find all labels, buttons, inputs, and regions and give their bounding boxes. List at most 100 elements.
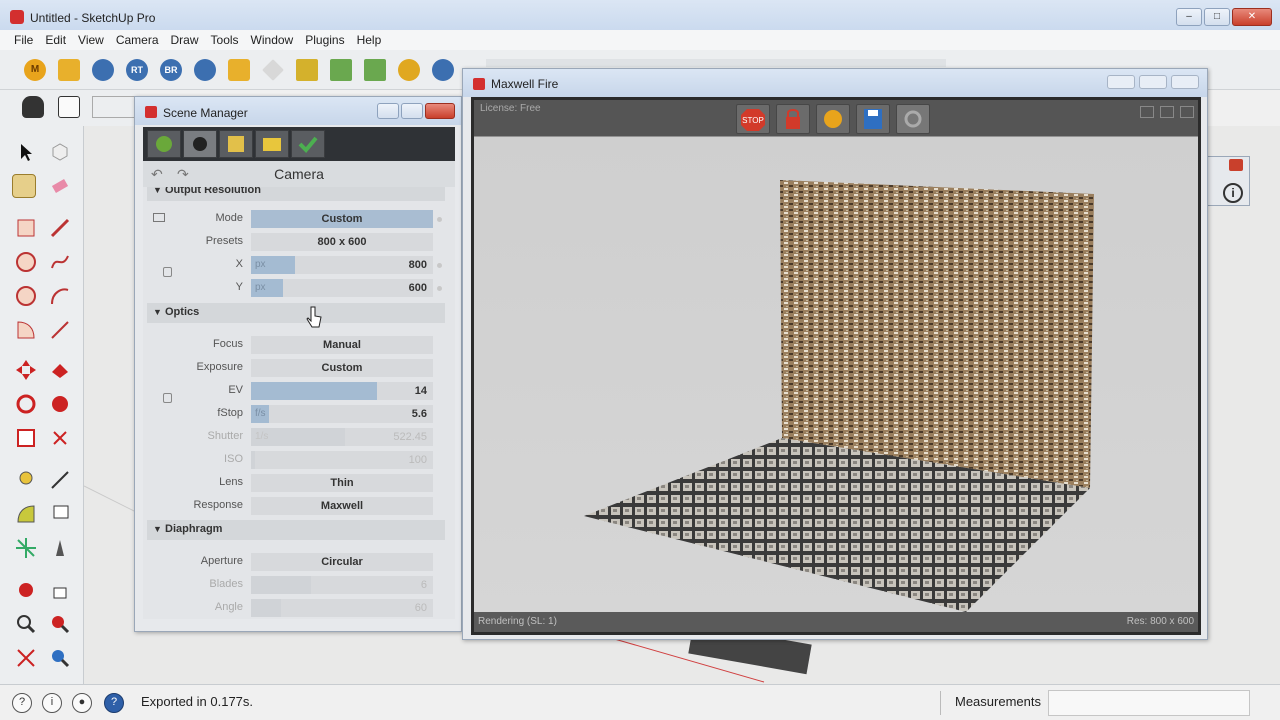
tape-measure-icon[interactable]	[14, 468, 38, 492]
previous-view-icon[interactable]	[48, 646, 72, 670]
follow-me-icon[interactable]	[48, 392, 72, 416]
ev-slider[interactable]: 14	[251, 382, 433, 400]
scene-maximize-button[interactable]	[401, 103, 423, 119]
lock-button[interactable]	[776, 104, 810, 134]
maxwell-m-icon[interactable]: M	[24, 59, 46, 81]
pause-icon[interactable]	[432, 59, 454, 81]
tab-output[interactable]	[219, 130, 253, 158]
3d-text-icon[interactable]	[48, 536, 72, 560]
close-button[interactable]: ✕	[1232, 8, 1272, 26]
maximize-button[interactable]: □	[1204, 8, 1230, 26]
lens-select[interactable]: Thin	[251, 474, 433, 492]
month-strip-icon[interactable]	[92, 96, 136, 118]
menu-edit[interactable]: Edit	[39, 30, 72, 50]
tab-camera[interactable]	[183, 130, 217, 158]
diamond-icon[interactable]	[262, 59, 284, 81]
camera-icon[interactable]	[22, 96, 44, 118]
maxwell-maximize-button[interactable]	[1139, 75, 1167, 89]
rotate-icon[interactable]	[14, 392, 38, 416]
arc-icon[interactable]	[48, 284, 72, 308]
geolocation-icon[interactable]: ?	[12, 693, 32, 713]
menu-window[interactable]: Window	[245, 30, 300, 50]
y-resolution-slider[interactable]: px 600	[251, 279, 433, 297]
orbit-icon[interactable]	[14, 578, 38, 602]
menu-camera[interactable]: Camera	[110, 30, 165, 50]
circle-icon[interactable]	[14, 250, 38, 274]
scene-close-button[interactable]	[425, 103, 455, 119]
stop-button[interactable]: STOP	[736, 104, 770, 134]
optics-section[interactable]: ▼ Optics	[147, 303, 445, 323]
pencil-line-icon[interactable]	[48, 216, 72, 240]
zoom-icon[interactable]	[14, 612, 38, 636]
presets-select[interactable]: 800 x 600	[251, 233, 433, 251]
maxwell-close-button[interactable]	[1171, 75, 1199, 89]
zoom-window-icon[interactable]	[48, 612, 72, 636]
tree-icon[interactable]	[330, 59, 352, 81]
grass-icon[interactable]	[364, 59, 386, 81]
tab-check[interactable]	[291, 130, 325, 158]
menu-help[interactable]: Help	[351, 30, 388, 50]
push-pull-icon[interactable]	[48, 358, 72, 382]
text-icon[interactable]	[48, 502, 72, 526]
move-icon[interactable]	[14, 358, 38, 382]
select-arrow-icon[interactable]	[14, 140, 38, 164]
minimize-button[interactable]: –	[1176, 8, 1202, 26]
diaphragm-section[interactable]: ▼ Diaphragm	[147, 520, 445, 540]
eraser-icon[interactable]	[48, 174, 72, 198]
menu-file[interactable]: File	[8, 30, 39, 50]
tab-folder[interactable]	[255, 130, 289, 158]
br-icon[interactable]: BR	[160, 59, 182, 81]
menu-tools[interactable]: Tools	[205, 30, 245, 50]
rt-icon[interactable]: RT	[126, 59, 148, 81]
paint-bucket-icon[interactable]	[12, 174, 36, 198]
pie-icon[interactable]	[14, 318, 38, 342]
material-tag-icon[interactable]	[58, 59, 80, 81]
scale-icon[interactable]	[14, 426, 38, 450]
axes-icon[interactable]	[14, 536, 38, 560]
measurements-input[interactable]	[1048, 690, 1250, 716]
exposure-select[interactable]: Custom	[251, 359, 433, 377]
output-resolution-section[interactable]: ▼ Output Resolution	[147, 187, 445, 201]
arc-2pt-icon[interactable]	[48, 318, 72, 342]
blades-value: 6	[420, 579, 427, 591]
info-panel-close-icon[interactable]	[1229, 159, 1243, 171]
label-tag-icon[interactable]	[228, 59, 250, 81]
x-resolution-slider[interactable]: px 800	[251, 256, 433, 274]
help-circle-icon[interactable]	[194, 59, 216, 81]
menu-draw[interactable]: Draw	[165, 30, 205, 50]
info-icon[interactable]: i	[1223, 183, 1243, 203]
focus-select[interactable]: Manual	[251, 336, 433, 354]
tab-render[interactable]	[147, 130, 181, 158]
polygon-icon[interactable]	[14, 284, 38, 308]
save-button[interactable]	[856, 104, 890, 134]
zoom-region-icon[interactable]	[1160, 106, 1174, 118]
fit-icon[interactable]	[1140, 106, 1154, 118]
menu-plugins[interactable]: Plugins	[299, 30, 350, 50]
mode-select[interactable]: Custom	[251, 210, 433, 228]
light-icon[interactable]	[398, 59, 420, 81]
user-icon[interactable]: ●	[72, 693, 92, 713]
component-icon[interactable]	[48, 140, 72, 164]
protractor-icon[interactable]	[14, 502, 38, 526]
render-r-icon[interactable]	[92, 59, 114, 81]
offset-icon[interactable]	[48, 426, 72, 450]
fstop-slider[interactable]: f/s 5.6	[251, 405, 433, 423]
settings-icon[interactable]	[1180, 106, 1194, 118]
paper-icon[interactable]	[58, 96, 80, 118]
aperture-select[interactable]: Circular	[251, 553, 433, 571]
maxwell-minimize-button[interactable]	[1107, 75, 1135, 89]
scene-minimize-button[interactable]	[377, 103, 399, 119]
dimension-icon[interactable]	[48, 468, 72, 492]
freehand-icon[interactable]	[48, 250, 72, 274]
render-area[interactable]: License: Free STOP Rendering (SL: 1) Res…	[471, 97, 1201, 635]
refresh-button[interactable]	[896, 104, 930, 134]
scatter-icon[interactable]	[296, 59, 318, 81]
pan-button[interactable]	[816, 104, 850, 134]
rectangle-icon[interactable]	[14, 216, 38, 240]
menu-view[interactable]: View	[72, 30, 110, 50]
pan-hand-icon[interactable]	[48, 578, 72, 602]
help-icon[interactable]: ?	[104, 693, 124, 713]
credits-icon[interactable]: i	[42, 693, 62, 713]
response-select[interactable]: Maxwell	[251, 497, 433, 515]
zoom-extents-icon[interactable]	[14, 646, 38, 670]
